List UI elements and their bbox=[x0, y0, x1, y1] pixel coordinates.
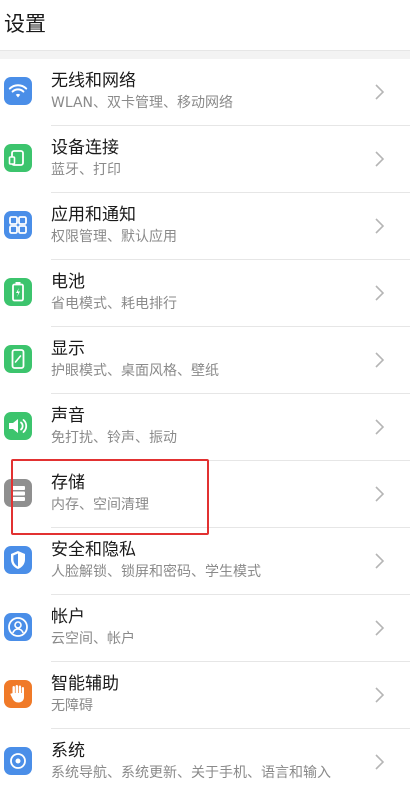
accessibility-icon bbox=[4, 680, 32, 708]
item-subtitle: 护眼模式、桌面风格、壁纸 bbox=[51, 363, 219, 379]
item-subtitle: 系统导航、系统更新、关于手机、语言和输入 bbox=[51, 765, 331, 781]
item-title: 系统 bbox=[51, 741, 85, 761]
chevron-right-icon bbox=[375, 218, 385, 234]
item-title: 安全和隐私 bbox=[51, 540, 136, 560]
item-title: 设备连接 bbox=[51, 138, 119, 158]
item-subtitle: 云空间、帐户 bbox=[51, 631, 135, 647]
header: 设置 bbox=[0, 0, 413, 50]
settings-item-device-connection[interactable]: 设备连接 蓝牙、打印 bbox=[0, 126, 413, 193]
chevron-right-icon bbox=[375, 486, 385, 502]
item-subtitle: 免打扰、铃声、振动 bbox=[51, 430, 177, 446]
display-icon bbox=[4, 345, 32, 373]
settings-item-display[interactable]: 显示 护眼模式、桌面风格、壁纸 bbox=[0, 327, 413, 394]
apps-icon bbox=[4, 211, 32, 239]
item-subtitle: 权限管理、默认应用 bbox=[51, 229, 177, 245]
account-icon bbox=[4, 613, 32, 641]
page-title: 设置 bbox=[4, 12, 46, 36]
chevron-right-icon bbox=[375, 285, 385, 301]
chevron-right-icon bbox=[375, 553, 385, 569]
settings-item-battery[interactable]: 电池 省电模式、耗电排行 bbox=[0, 260, 413, 327]
wifi-icon bbox=[4, 77, 32, 105]
chevron-right-icon bbox=[375, 84, 385, 100]
item-title: 声音 bbox=[51, 406, 85, 426]
settings-item-account[interactable]: 帐户 云空间、帐户 bbox=[0, 595, 413, 662]
settings-item-apps-notifications[interactable]: 应用和通知 权限管理、默认应用 bbox=[0, 193, 413, 260]
item-title: 应用和通知 bbox=[51, 205, 136, 225]
sound-icon bbox=[4, 412, 32, 440]
settings-list: 无线和网络 WLAN、双卡管理、移动网络 设备连接 蓝牙、打印 应用和通知 权限… bbox=[0, 59, 413, 796]
storage-highlight-box bbox=[11, 459, 209, 535]
chevron-right-icon bbox=[375, 352, 385, 368]
item-title: 智能辅助 bbox=[51, 674, 119, 694]
item-title: 无线和网络 bbox=[51, 71, 136, 91]
item-title: 电池 bbox=[51, 272, 85, 292]
item-title: 帐户 bbox=[51, 607, 85, 627]
chevron-right-icon bbox=[375, 151, 385, 167]
settings-item-smart-assistance[interactable]: 智能辅助 无障碍 bbox=[0, 662, 413, 729]
chevron-right-icon bbox=[375, 754, 385, 770]
settings-item-security-privacy[interactable]: 安全和隐私 人脸解锁、锁屏和密码、学生模式 bbox=[0, 528, 413, 595]
security-icon bbox=[4, 546, 32, 574]
system-icon bbox=[4, 747, 32, 775]
settings-item-sound[interactable]: 声音 免打扰、铃声、振动 bbox=[0, 394, 413, 461]
section-gap bbox=[0, 51, 413, 59]
settings-item-system[interactable]: 系统 系统导航、系统更新、关于手机、语言和输入 bbox=[0, 729, 413, 796]
device-connect-icon bbox=[4, 144, 32, 172]
item-subtitle: 人脸解锁、锁屏和密码、学生模式 bbox=[51, 564, 261, 580]
item-subtitle: WLAN、双卡管理、移动网络 bbox=[51, 95, 234, 111]
chevron-right-icon bbox=[375, 687, 385, 703]
item-subtitle: 省电模式、耗电排行 bbox=[51, 296, 177, 312]
item-subtitle: 无障碍 bbox=[51, 698, 93, 714]
item-title: 显示 bbox=[51, 339, 85, 359]
chevron-right-icon bbox=[375, 620, 385, 636]
chevron-right-icon bbox=[375, 419, 385, 435]
battery-icon bbox=[4, 278, 32, 306]
settings-item-wireless-network[interactable]: 无线和网络 WLAN、双卡管理、移动网络 bbox=[0, 59, 413, 126]
item-subtitle: 蓝牙、打印 bbox=[51, 162, 121, 178]
